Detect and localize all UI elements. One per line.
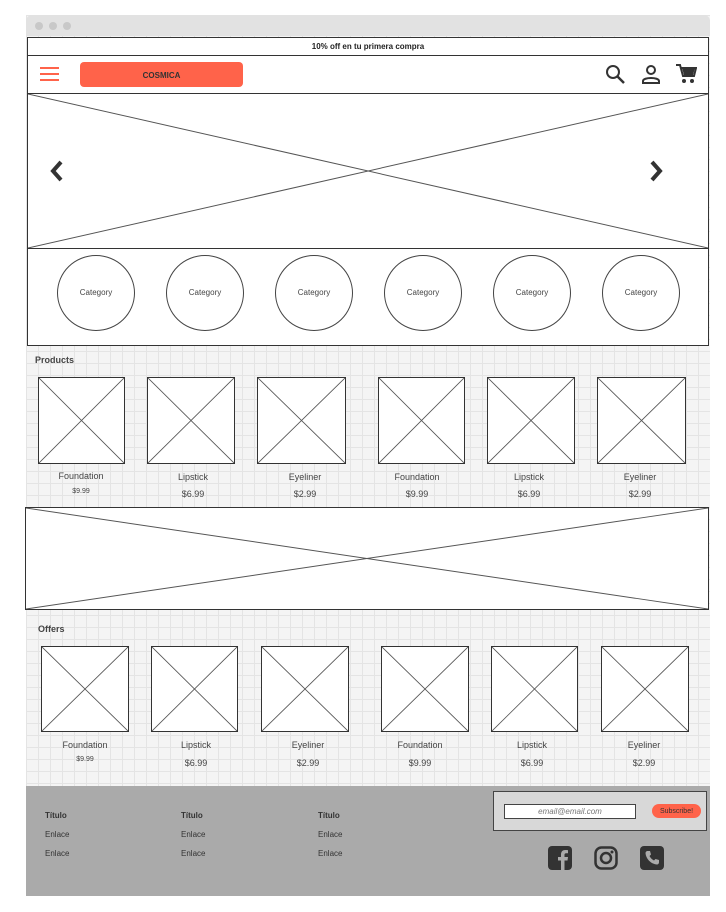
- product-price: $9.99: [405, 489, 429, 499]
- product-image[interactable]: [597, 377, 686, 464]
- offer-name: Foundation: [62, 740, 108, 750]
- promo-bar: 10% off en tu primera compra: [27, 37, 709, 56]
- subscribe-button[interactable]: Subscribe!: [652, 804, 701, 818]
- hero-carousel: [27, 93, 709, 249]
- cart-icon[interactable]: [675, 63, 697, 85]
- banner-image-placeholder: [26, 508, 708, 609]
- category-circle[interactable]: Category: [57, 255, 135, 331]
- offer-price: $2.99: [632, 758, 656, 768]
- product-image[interactable]: [38, 377, 125, 464]
- offer-price: $6.99: [520, 758, 544, 768]
- footer-column-title: Título: [318, 811, 340, 820]
- chevron-right-icon[interactable]: [649, 160, 663, 182]
- product-name: Lipstick: [177, 472, 208, 482]
- footer-column-title: Título: [181, 811, 203, 820]
- facebook-icon[interactable]: [548, 846, 572, 870]
- search-icon[interactable]: [605, 64, 625, 84]
- product-name: Foundation: [58, 471, 104, 481]
- menu-icon[interactable]: [40, 67, 59, 81]
- offer-name: Eyeliner: [627, 740, 661, 750]
- instagram-icon[interactable]: [594, 846, 618, 870]
- products-heading: Products: [35, 355, 75, 365]
- window-dot: [49, 22, 57, 30]
- offer-image[interactable]: [261, 646, 349, 732]
- promo-banner[interactable]: [25, 507, 709, 610]
- product-name: Foundation: [394, 472, 440, 482]
- footer-link[interactable]: Enlace: [45, 849, 69, 858]
- product-price: $2.99: [628, 489, 652, 499]
- offer-image[interactable]: [601, 646, 689, 732]
- user-icon[interactable]: [641, 64, 661, 84]
- product-name: Eyeliner: [288, 472, 322, 482]
- offer-name: Lipstick: [516, 740, 547, 750]
- offer-image[interactable]: [381, 646, 469, 732]
- footer-link[interactable]: Enlace: [318, 849, 342, 858]
- phone-icon[interactable]: [640, 846, 664, 870]
- footer-link[interactable]: Enlace: [181, 849, 205, 858]
- category-circle[interactable]: Category: [275, 255, 353, 331]
- window-dot: [63, 22, 71, 30]
- offer-price: $9.99: [76, 756, 94, 763]
- product-price: $2.99: [293, 489, 317, 499]
- category-circle[interactable]: Category: [384, 255, 462, 331]
- window-titlebar: [26, 15, 710, 36]
- product-image[interactable]: [487, 377, 575, 464]
- footer-link[interactable]: Enlace: [45, 830, 69, 839]
- offer-image[interactable]: [491, 646, 578, 732]
- logo[interactable]: COSMICA: [80, 62, 243, 87]
- footer-link[interactable]: Enlace: [181, 830, 205, 839]
- offer-name: Foundation: [397, 740, 443, 750]
- offer-name: Eyeliner: [291, 740, 325, 750]
- offer-price: $6.99: [184, 758, 208, 768]
- product-price: $6.99: [181, 489, 205, 499]
- offers-heading: Offers: [38, 624, 65, 634]
- email-field[interactable]: email@email.com: [504, 804, 636, 819]
- product-image[interactable]: [147, 377, 235, 464]
- category-circle[interactable]: Category: [602, 255, 680, 331]
- offer-price: $2.99: [296, 758, 320, 768]
- window-dot: [35, 22, 43, 30]
- footer-link[interactable]: Enlace: [318, 830, 342, 839]
- footer-column-title: Título: [45, 811, 67, 820]
- product-price: $9.99: [72, 488, 90, 495]
- product-image[interactable]: [378, 377, 465, 464]
- product-name: Eyeliner: [623, 472, 657, 482]
- offer-image[interactable]: [151, 646, 238, 732]
- chevron-left-icon[interactable]: [50, 160, 64, 182]
- category-circle[interactable]: Category: [493, 255, 571, 331]
- category-circle[interactable]: Category: [166, 255, 244, 331]
- product-image[interactable]: [257, 377, 346, 464]
- product-name: Lipstick: [513, 472, 544, 482]
- offer-image[interactable]: [41, 646, 129, 732]
- offer-name: Lipstick: [180, 740, 211, 750]
- hero-image-placeholder: [28, 94, 708, 248]
- offer-price: $9.99: [408, 758, 432, 768]
- product-price: $6.99: [517, 489, 541, 499]
